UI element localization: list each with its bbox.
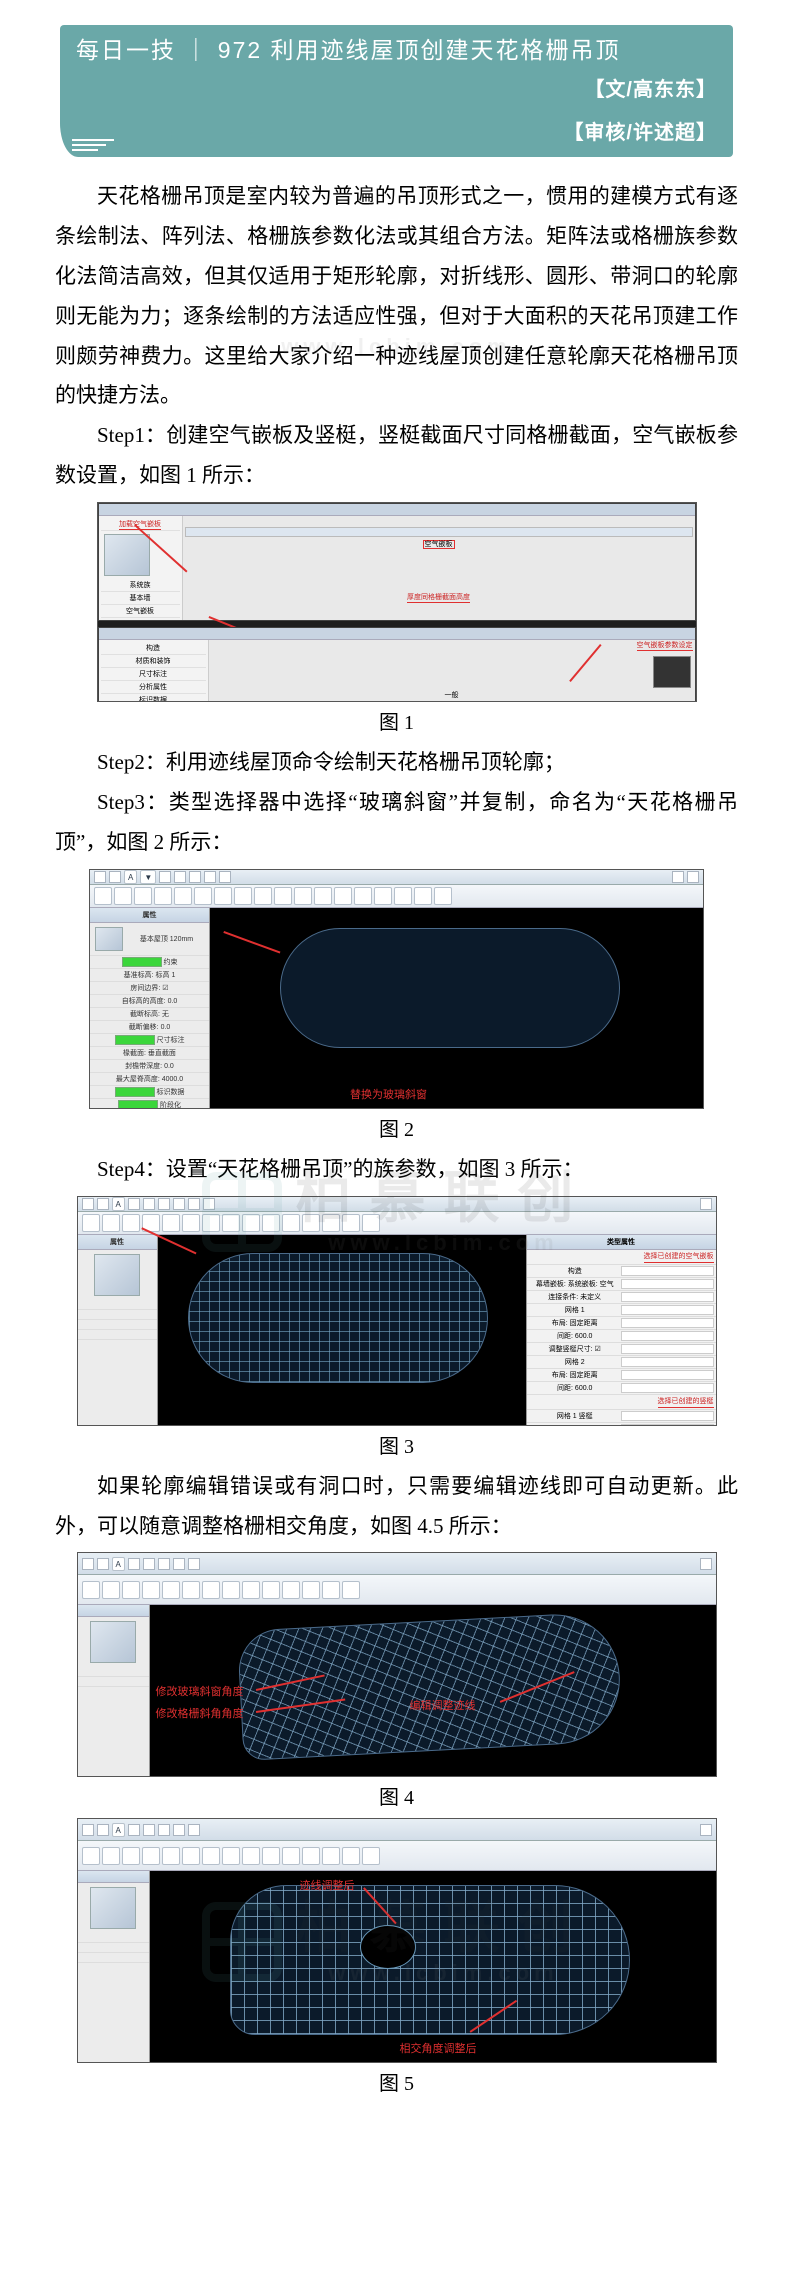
type-properties-panel: 类型属性 选择已创建的空气嵌板 构造 幕墙嵌板: 系统嵌板: 空气 连接条件: … [526,1235,716,1426]
reviewer-label: 【审核/许述超】 [70,114,723,147]
fig2-red-label: 替换为玻璃斜窗 [350,1086,427,1102]
figure-1: 加载空气嵌板 系统族 基本墙 空气嵌板 空气嵌板 厚度同格栅截面高度 [55,502,738,735]
step4-text: Step4：设置“天花格栅吊顶”的族参数，如图 3 所示： [55,1150,738,1190]
figure-3-caption: 图 3 [55,1430,738,1459]
series-label: 每日一技 [76,37,176,63]
figure-3: A 属性 类 [55,1196,738,1459]
ribbon-tools [90,885,703,908]
article-number: 972 [218,37,262,63]
fig4-red2: 修改格栅斜角角度 [156,1705,244,1721]
figure-4: A 修改玻璃斜窗角度 修改格栅斜角角度 编辑调整迹线 [55,1552,738,1810]
article-header: 每日一技 ｜ 972 利用迹线屋顶创建天花格栅吊顶 【文/高东东】 【审核/许述… [60,25,733,157]
family-thumb-icon [104,534,150,576]
material-thumb-icon [653,656,691,688]
fig3-red2: 选择已创建的竖梃 [658,1396,714,1408]
figure-5-caption: 图 5 [55,2067,738,2096]
title-separator: ｜ [184,37,209,63]
article-title: 每日一技 ｜ 972 利用迹线屋顶创建天花格栅吊顶 [76,31,723,65]
decorative-lines [72,139,114,151]
figure-4-caption: 图 4 [55,1781,738,1810]
properties-panel: 属性 基本屋顶 120mm 约束 基准标高: 标高 1 房间边界: ☑ 自标高的… [90,908,210,1109]
fig1-left-red-note: 厚度同格栅截面高度 [185,592,693,602]
fig4-red3: 编辑调整迹线 [410,1697,476,1713]
intro-paragraph: 天花格栅吊顶是室内较为普遍的吊顶形式之一，惯用的建模方式有逐条绘制法、阵列法、格… [55,177,738,416]
update-paragraph: 如果轮廓编辑错误或有洞口时，只需要编辑迹线即可自动更新。此外，可以随意调整格栅相… [55,1467,738,1547]
fig5-red1: 迹线调整后 [300,1877,355,1893]
fig1-right-pane: 构造 材质和装饰 尺寸标注 分析属性 标识数据 空气嵌板参数设定 [98,627,696,702]
left-panel: 属性 [78,1235,158,1426]
fig4-red1: 修改玻璃斜窗角度 [156,1683,244,1699]
viewport: 替换为玻璃斜窗 [210,908,703,1109]
article-body: 天花格栅吊顶是室内较为普遍的吊顶形式之一，惯用的建模方式有逐条绘制法、阵列法、格… [55,177,738,496]
author-label: 【文/高东东】 [70,71,723,104]
fig1-left-pane: 加载空气嵌板 系统族 基本墙 空气嵌板 空气嵌板 厚度同格栅截面高度 [98,503,696,621]
step2-text: Step2：利用迹线屋顶命令绘制天花格栅吊顶轮廓； [55,743,738,783]
figure-2-caption: 图 2 [55,1113,738,1142]
fig1-right-header: 空气嵌板参数设定 [637,640,693,650]
article-subject: 利用迹线屋顶创建天花格栅吊顶 [271,37,621,63]
step1-text: Step1：创建空气嵌板及竖梃，竖梃截面尺寸同格栅截面，空气嵌板参数设置，如图 … [55,416,738,496]
fig3-red1: 选择已创建的空气嵌板 [644,1251,714,1263]
fig5-red2: 相交角度调整后 [400,2040,477,2056]
figure-1-caption: 图 1 [55,706,738,735]
step3-text: Step3：类型选择器中选择“玻璃斜窗”并复制，命名为“天花格栅吊顶”，如图 2… [55,783,738,863]
figure-2: A▼ 属性 基本屋顶 120mm 约束 基准标高: 标高 1 房间边界: ☑ 自… [55,869,738,1142]
ribbon-bar: A▼ [90,870,703,885]
figure-5: A 迹线调整后 相交角度调整后 [55,1818,738,2096]
